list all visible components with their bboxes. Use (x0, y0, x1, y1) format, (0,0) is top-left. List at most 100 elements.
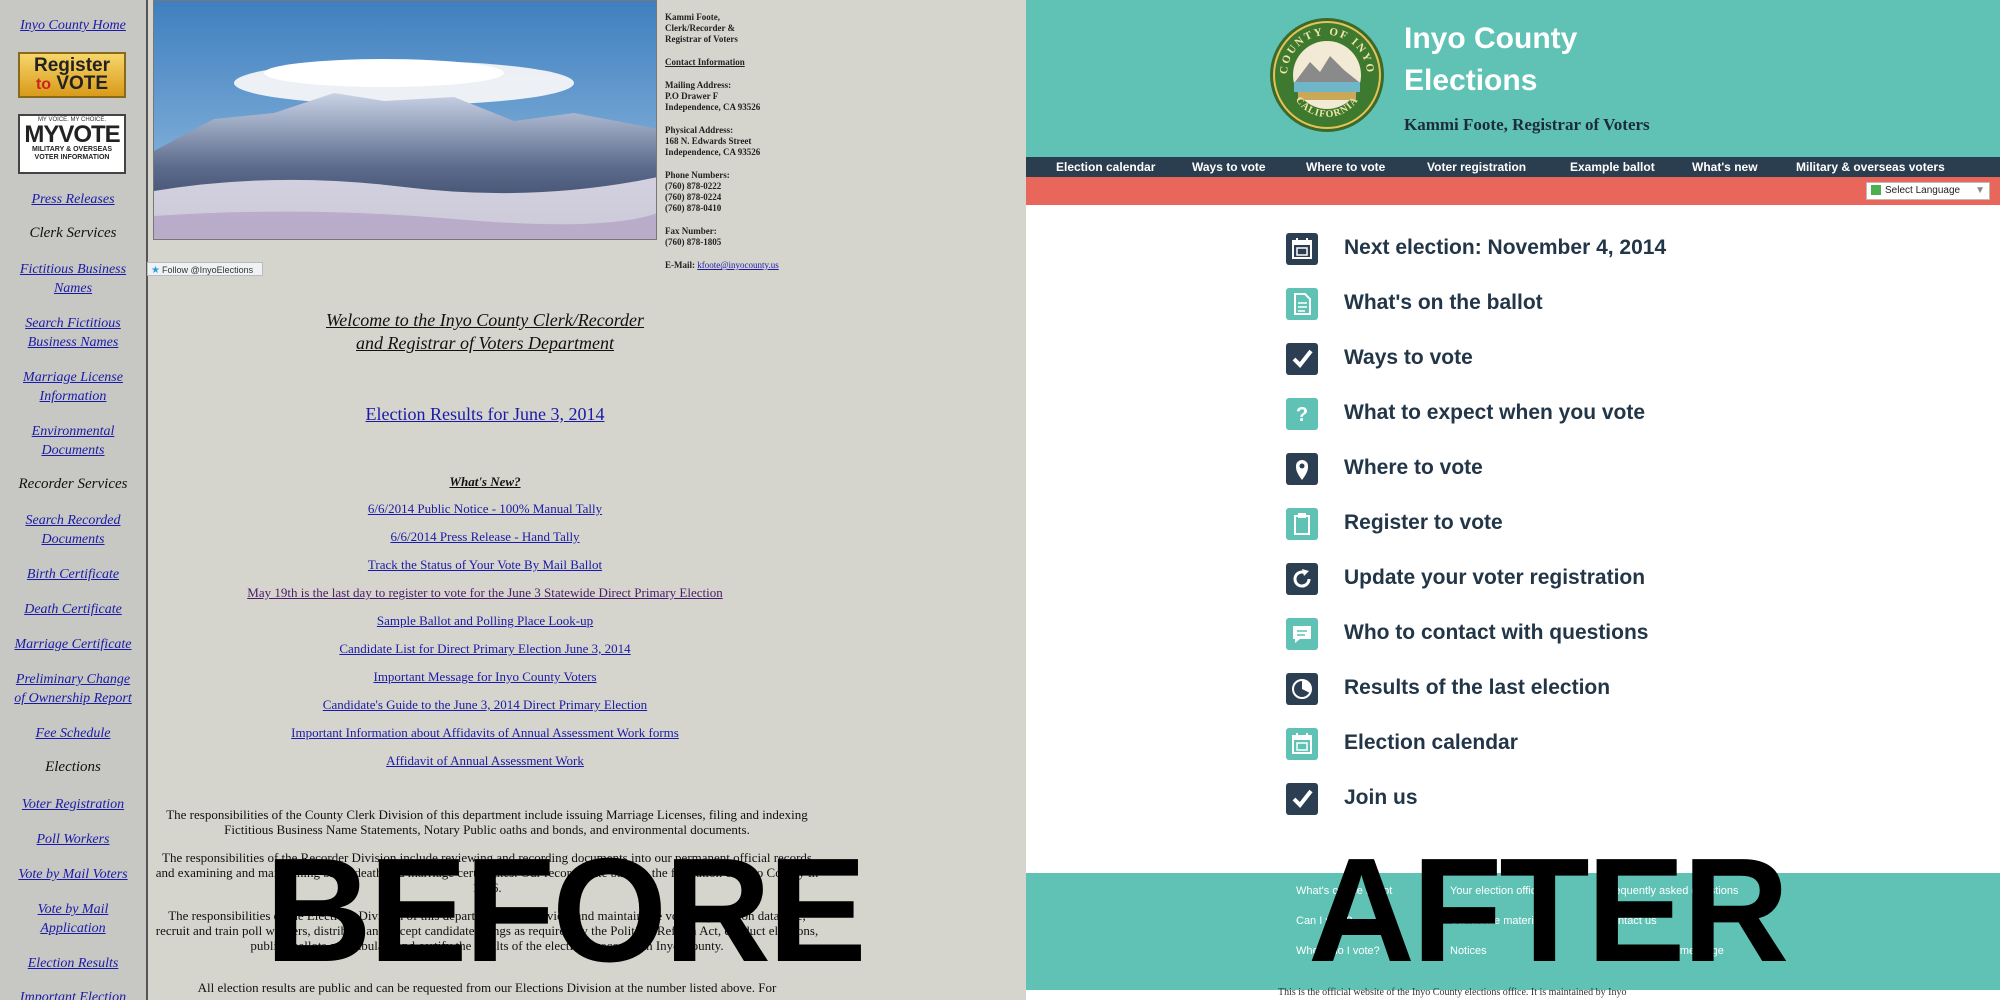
after-overlay-label: AFTER (1308, 828, 1789, 993)
register-to-label: to (35, 76, 52, 93)
phone-1: (760) 878-0222 (665, 181, 722, 191)
nav-voter-registration[interactable]: Voter registration (1427, 157, 1526, 177)
site-title-line-2: Elections (1404, 64, 1538, 97)
sidebar-link-important[interactable]: Important Election (8, 988, 138, 1000)
menu-item-label: What's on the ballot (1344, 291, 1543, 314)
menu-item-label: Where to vote (1344, 456, 1483, 479)
nav-election-calendar[interactable]: Election calendar (1056, 157, 1155, 177)
sidebar-link-poll-workers[interactable]: Poll Workers (8, 830, 138, 849)
site-header: COUNTY OF INYO CALIFORNIA Inyo County El… (1026, 0, 2000, 157)
sidebar-link-press[interactable]: Press Releases (8, 190, 138, 209)
menu-item-election-calendar[interactable]: Election calendar (1286, 728, 1806, 760)
link-line: Names (53, 281, 93, 296)
contact-name: Kammi Foote, (665, 12, 720, 22)
welcome-heading-2: and Registrar of Voters Department (356, 333, 614, 353)
link-line: Search Fictitious (25, 316, 121, 331)
whats-new-heading: What's New? (449, 474, 521, 489)
news-link[interactable]: Sample Ballot and Polling Place Look-up (180, 613, 790, 629)
sidebar-link-vbm-application[interactable]: Vote by Mail Application (8, 900, 138, 938)
election-results-link[interactable]: Election Results for June 3, 2014 (300, 404, 670, 425)
menu-item-label: Join us (1344, 786, 1418, 809)
link-line: Environmental (31, 424, 115, 439)
link-line: Documents (41, 443, 105, 458)
menu-item-contact[interactable]: Who to contact with questions (1286, 618, 1806, 650)
sidebar-link-death[interactable]: Death Certificate (8, 600, 138, 619)
clipboard-icon (1286, 508, 1318, 540)
menu-item-update-registration[interactable]: Update your voter registration (1286, 563, 1806, 595)
nav-ways-to-vote[interactable]: Ways to vote (1192, 157, 1266, 177)
twitter-bird-icon: ★ (151, 265, 160, 276)
menu-item-ballot[interactable]: What's on the ballot (1286, 288, 1806, 320)
menu-item-join-us[interactable]: Join us (1286, 783, 1806, 815)
menu-item-ways-to-vote[interactable]: Ways to vote (1286, 343, 1806, 375)
phone-2: (760) 878-0224 (665, 192, 722, 202)
menu-item-results[interactable]: Results of the last election (1286, 673, 1806, 705)
nav-military-overseas[interactable]: Military & overseas voters (1796, 157, 1945, 177)
svg-text:?: ? (1296, 404, 1308, 426)
myvote-subtitle-1: MILITARY & OVERSEAS (32, 146, 112, 153)
language-label: Select Language (1885, 185, 1961, 196)
sidebar-heading-recorder: Recorder Services (18, 476, 128, 492)
sidebar-link-marriage-cert[interactable]: Marriage Certificate (8, 635, 138, 654)
menu-item-what-to-expect[interactable]: ? What to expect when you vote (1286, 398, 1806, 430)
sidebar-heading-elections: Elections (45, 759, 101, 775)
sidebar-link-search-fictitious[interactable]: Search Fictitious Business Names (8, 314, 138, 352)
link-line: Documents (41, 532, 105, 547)
link-line: Fictitious Business (19, 262, 127, 277)
myvote-subtitle-2: VOTER INFORMATION (34, 154, 110, 161)
main-nav: Election calendar Ways to vote Where to … (1026, 157, 2000, 177)
sidebar-link-voter-registration[interactable]: Voter Registration (8, 795, 138, 814)
dropdown-arrow-icon: ▼ (1975, 185, 1985, 196)
site-subtitle: Kammi Foote, Registrar of Voters (1404, 115, 1650, 134)
menu-item-label: Election calendar (1344, 731, 1518, 754)
news-link[interactable]: Affidavit of Annual Assessment Work (180, 753, 790, 769)
document-icon (1286, 288, 1318, 320)
news-link[interactable]: Candidate's Guide to the June 3, 2014 Di… (180, 697, 790, 713)
myvote-banner[interactable]: MY VOICE. MY CHOICE. MYVOTE MILITARY & O… (18, 114, 126, 174)
calendar-icon (1286, 728, 1318, 760)
news-link[interactable]: 6/6/2014 Public Notice - 100% Manual Tal… (180, 501, 790, 517)
checkbox-icon (1286, 343, 1318, 375)
sidebar-link-search-recorded[interactable]: Search Recorded Documents (8, 511, 138, 549)
contact-title-1: Clerk/Recorder & (665, 23, 736, 33)
contact-title-2: Registrar of Voters (665, 34, 738, 44)
menu-item-register[interactable]: Register to vote (1286, 508, 1806, 540)
register-to-vote-button[interactable]: Register to VOTE (18, 52, 126, 98)
sidebar-link-vote-by-mail[interactable]: Vote by Mail Voters (8, 865, 138, 884)
link-line: Search Recorded (25, 513, 121, 528)
sidebar-link-environmental[interactable]: Environmental Documents (8, 422, 138, 460)
sidebar-link-fictitious[interactable]: Fictitious Business Names (8, 260, 138, 298)
menu-item-next-election[interactable]: Next election: November 4, 2014 (1286, 233, 1806, 265)
menu-item-label: Update your voter registration (1344, 566, 1646, 589)
menu-item-label: Results of the last election (1344, 676, 1611, 699)
language-select[interactable]: Select Language ▼ (1866, 182, 1990, 200)
sidebar-link-home[interactable]: Inyo County Home (8, 16, 138, 35)
sidebar-link-preliminary-change[interactable]: Preliminary Change of Ownership Report (8, 670, 138, 708)
news-link[interactable]: 6/6/2014 Press Release - Hand Tally (180, 529, 790, 545)
sidebar-link-election-results[interactable]: Election Results (8, 954, 138, 973)
refresh-icon (1286, 563, 1318, 595)
email-link[interactable]: kfoote@inyocounty.us (697, 260, 778, 270)
pie-chart-icon (1286, 673, 1318, 705)
menu-item-label: Who to contact with questions (1344, 621, 1649, 644)
twitter-follow-button[interactable]: ★ Follow @InyoElections (147, 262, 263, 276)
news-link[interactable]: Important Message for Inyo County Voters (180, 669, 790, 685)
contact-information: Kammi Foote, Clerk/Recorder & Registrar … (665, 12, 785, 271)
nav-where-to-vote[interactable]: Where to vote (1306, 157, 1385, 177)
sidebar-link-birth[interactable]: Birth Certificate (8, 565, 138, 584)
news-link[interactable]: Track the Status of Your Vote By Mail Ba… (180, 557, 790, 573)
checkbox-icon (1286, 783, 1318, 815)
link-line: of Ownership Report (14, 691, 132, 706)
nav-example-ballot[interactable]: Example ballot (1570, 157, 1655, 177)
site-title[interactable]: Inyo County Elections (1404, 18, 1577, 102)
sidebar-link-fee[interactable]: Fee Schedule (8, 724, 138, 743)
sidebar-link-marriage-license[interactable]: Marriage License Information (8, 368, 138, 406)
fax-number: (760) 878-1805 (665, 237, 722, 247)
nav-whats-new[interactable]: What's new (1692, 157, 1758, 177)
news-link[interactable]: May 19th is the last day to register to … (180, 585, 790, 601)
sidebar: Inyo County Home Register to VOTE MY VOI… (0, 0, 148, 1000)
news-link[interactable]: Candidate List for Direct Primary Electi… (180, 641, 790, 657)
news-link[interactable]: Important Information about Affidavits o… (180, 725, 790, 741)
menu-item-where-to-vote[interactable]: Where to vote (1286, 453, 1806, 485)
link-line: Business Names (27, 335, 119, 350)
